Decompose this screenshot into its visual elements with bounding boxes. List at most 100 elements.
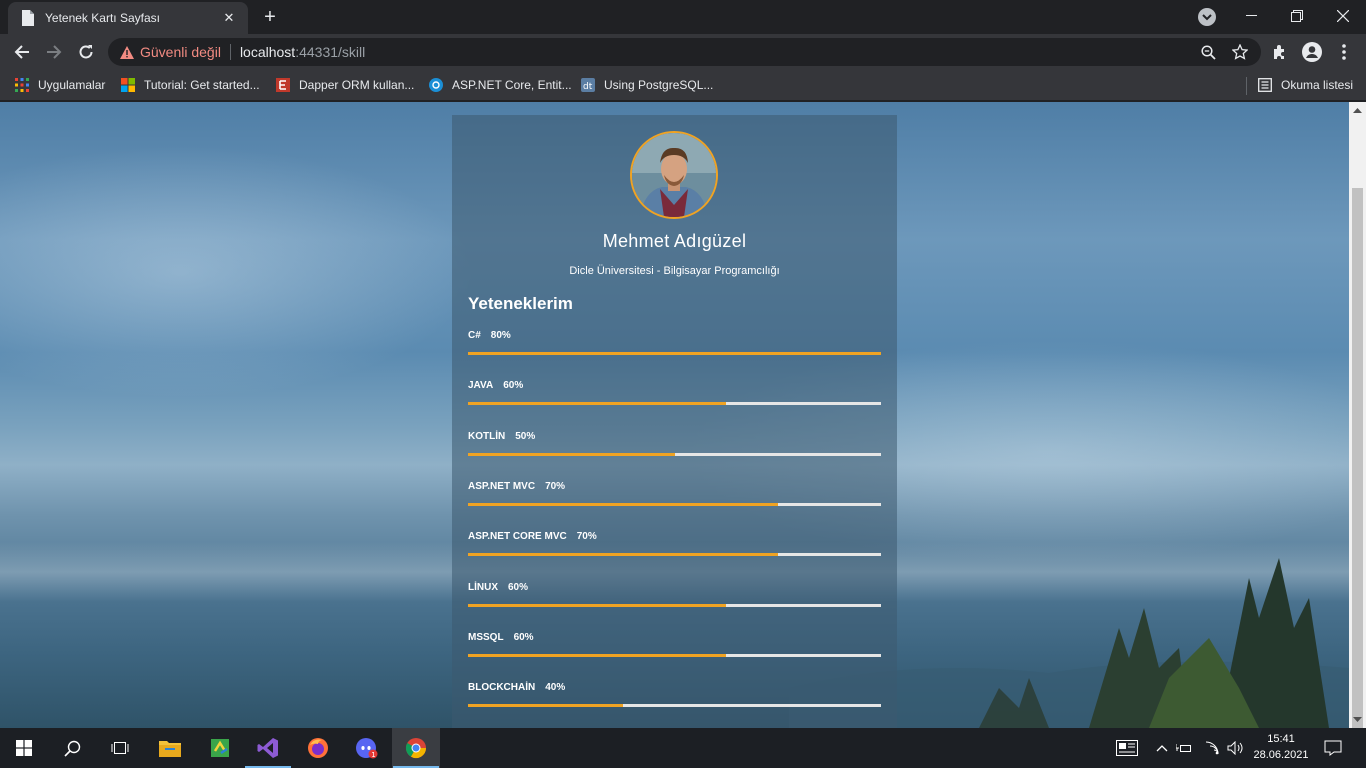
warning-icon[interactable] (120, 45, 134, 59)
skill-progress-track (468, 453, 881, 456)
scroll-down-icon[interactable] (1353, 715, 1362, 724)
windows-taskbar: 1 15:41 28.06.2021 (0, 728, 1366, 768)
bookmark-label: Using PostgreSQL... (604, 78, 714, 92)
skill-row: ASP.NET MVC 70% (468, 481, 881, 511)
address-bar[interactable]: Güvenli değil localhost :44331/skill (108, 38, 1261, 66)
skill-row: BLOCKCHAİN 40% (468, 682, 881, 712)
zoom-icon[interactable] (1200, 44, 1216, 60)
chrome-icon[interactable] (392, 728, 440, 768)
system-clock[interactable]: 15:41 28.06.2021 (1252, 731, 1310, 763)
skill-name: KOTLİN (468, 431, 506, 442)
skill-percent: 70% (545, 481, 566, 492)
firefox-icon[interactable] (294, 728, 342, 768)
profile-icon[interactable] (1301, 41, 1323, 63)
back-icon[interactable] (9, 39, 35, 65)
file-explorer-icon[interactable] (146, 728, 194, 768)
scrollbar-thumb[interactable] (1352, 188, 1363, 748)
url-host: localhost (239, 44, 296, 60)
skill-row: C# 80% (468, 330, 881, 360)
tab-search-icon[interactable] (1198, 8, 1216, 26)
code-editor-icon[interactable] (196, 728, 244, 768)
restore-icon[interactable] (1274, 0, 1320, 32)
skill-row: ASP.NET CORE MVC 70% (468, 531, 881, 561)
profile-school: Dicle Üniversitesi - Bilgisayar Programc… (569, 265, 780, 277)
new-tab-button[interactable]: + (258, 7, 282, 29)
clock-date: 28.06.2021 (1253, 749, 1309, 761)
skill-label: C# 80% (468, 330, 511, 341)
skill-name: ASP.NET MVC (468, 481, 536, 492)
minimize-icon[interactable] (1228, 0, 1274, 32)
skill-progress-track (468, 553, 881, 556)
visual-studio-icon[interactable] (244, 728, 292, 768)
security-label[interactable]: Güvenli değil (140, 44, 221, 60)
skill-progress-fill (468, 704, 623, 707)
skill-progress-fill (468, 402, 726, 405)
scroll-up-icon[interactable] (1353, 106, 1362, 115)
skill-label: MSSQL 60% (468, 632, 534, 643)
skill-label: JAVA 60% (468, 380, 523, 391)
volume-icon[interactable] (1224, 728, 1246, 768)
wifi-icon[interactable] (1202, 728, 1222, 768)
url-path: :44331/skill (295, 44, 366, 60)
bookmark-postgresql[interactable]: dt Using PostgreSQL... (581, 76, 713, 94)
extensions-icon[interactable] (1269, 41, 1291, 63)
bookmark-tutorial[interactable]: Tutorial: Get started... (121, 76, 260, 94)
tab-active[interactable]: Yetenek Kartı Sayfası ✕ (8, 2, 248, 34)
notifications-icon[interactable] (1318, 728, 1348, 768)
skill-progress-fill (468, 503, 778, 506)
windows-start-icon[interactable] (0, 728, 48, 768)
forward-icon[interactable] (41, 39, 67, 65)
skill-progress-fill (468, 654, 726, 657)
battery-icon[interactable] (1174, 728, 1194, 768)
skill-row: KOTLİN 50% (468, 431, 881, 461)
bookmark-label: Dapper ORM kullan... (299, 78, 415, 92)
reload-icon[interactable] (73, 39, 99, 65)
skill-percent: 70% (576, 531, 597, 542)
menu-icon[interactable] (1333, 41, 1355, 63)
reading-list-icon (1258, 78, 1272, 92)
skill-percent: 80% (490, 330, 511, 341)
skill-progress-fill (468, 553, 778, 556)
skill-percent: 40% (545, 682, 566, 693)
skill-progress-track (468, 704, 881, 707)
skill-name: ASP.NET CORE MVC (468, 531, 567, 542)
discord-icon[interactable]: 1 (343, 728, 391, 768)
skill-label: BLOCKCHAİN 40% (468, 682, 565, 693)
skill-row: JAVA 60% (468, 380, 881, 410)
dapper-icon (276, 78, 290, 92)
bookmarks-bar: Uygulamalar Tutorial: Get started... Dap… (0, 70, 1366, 101)
avatar (630, 131, 718, 219)
news-icon[interactable] (1112, 728, 1142, 768)
skill-name: C# (468, 330, 481, 341)
skills-title: Yeteneklerim (468, 294, 573, 313)
bookmarks-divider (1246, 77, 1247, 95)
page-scrollbar[interactable] (1349, 102, 1366, 748)
tab-strip: Yetenek Kartı Sayfası ✕ + (0, 0, 1366, 34)
skill-label: ASP.NET MVC 70% (468, 481, 565, 492)
tab-close-icon[interactable]: ✕ (220, 9, 238, 27)
svg-text:1: 1 (371, 751, 375, 759)
bookmark-label: Tutorial: Get started... (144, 78, 260, 92)
bookmark-aspnet[interactable]: ASP.NET Core, Entit... (429, 76, 572, 94)
tray-expand-icon[interactable] (1152, 728, 1172, 768)
task-view-icon[interactable] (96, 728, 144, 768)
skill-progress-fill (468, 604, 726, 607)
reading-list-button[interactable]: Okuma listesi (1258, 76, 1353, 94)
microsoft-icon (121, 78, 135, 92)
taskbar-search-icon[interactable] (48, 728, 96, 768)
close-window-icon[interactable] (1320, 0, 1366, 32)
bookmark-apps[interactable]: Uygulamalar (15, 76, 105, 94)
bookmark-star-icon[interactable] (1232, 44, 1248, 60)
svg-text:dt: dt (583, 82, 593, 92)
skill-percent: 60% (513, 632, 534, 643)
skill-name: JAVA (468, 380, 494, 391)
page-icon (20, 10, 36, 26)
skill-row: MSSQL 60% (468, 632, 881, 662)
bookmark-label: ASP.NET Core, Entit... (452, 78, 572, 92)
bookmark-dapper[interactable]: Dapper ORM kullan... (276, 76, 414, 94)
reading-list-label: Okuma listesi (1281, 78, 1354, 92)
clock-time: 15:41 (1267, 733, 1295, 745)
skill-label: LİNUX 60% (468, 582, 528, 593)
skill-progress-track (468, 352, 881, 355)
omnibox-divider (229, 44, 231, 60)
